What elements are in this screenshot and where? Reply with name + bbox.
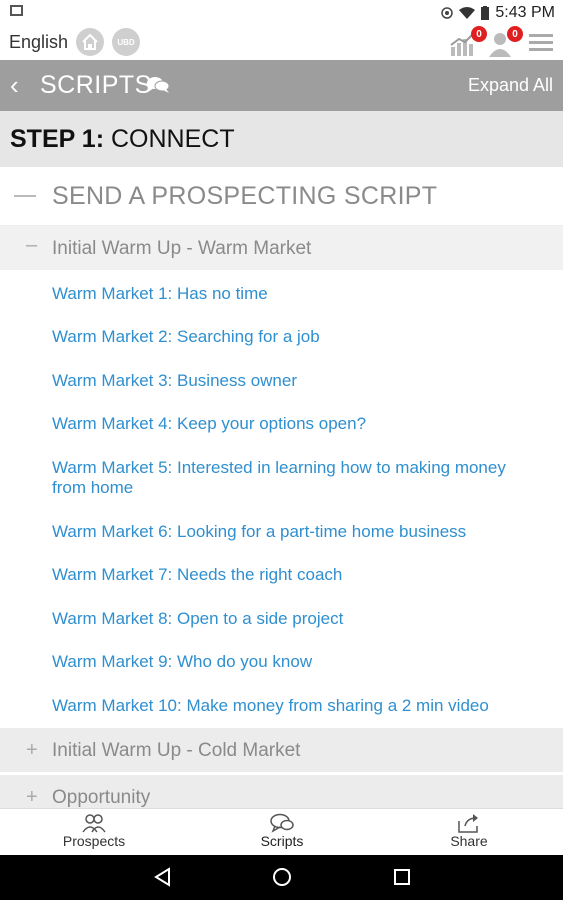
status-time: 5:43 PM <box>495 4 555 21</box>
screenshot-icon <box>10 5 23 16</box>
script-link[interactable]: Warm Market 8: Open to a side project <box>52 609 542 629</box>
expand-icon: + <box>26 739 38 761</box>
page-title: SCRIPTS <box>40 71 152 99</box>
home-icon <box>82 33 98 50</box>
nav-share[interactable]: Share <box>375 809 563 856</box>
nav-scripts[interactable]: Scripts <box>188 809 376 856</box>
step-prefix: STEP 1: <box>10 125 105 153</box>
back-icon[interactable]: ‹ <box>10 70 19 101</box>
android-nav-bar <box>0 855 563 900</box>
step-header: STEP 1: CONNECT <box>0 111 563 167</box>
subsection-opportunity[interactable]: + Opportunity <box>0 775 563 808</box>
language-selector[interactable]: English <box>9 32 68 53</box>
stats-button[interactable]: 0 <box>449 26 487 58</box>
battery-icon <box>481 6 490 20</box>
script-link[interactable]: Warm Market 3: Business owner <box>52 371 542 391</box>
ubd-label: UBD <box>117 37 135 47</box>
nav-label: Prospects <box>62 833 126 849</box>
recents-square-icon[interactable] <box>393 867 411 887</box>
script-link[interactable]: Warm Market 10: Make money from sharing … <box>52 696 542 716</box>
subsection-label: Initial Warm Up - Warm Market <box>52 238 312 259</box>
menu-icon[interactable] <box>529 32 553 52</box>
home-button[interactable] <box>76 28 104 56</box>
status-bar: 5:43 PM <box>0 0 563 26</box>
back-triangle-icon[interactable] <box>153 867 171 887</box>
subsection-label: Initial Warm Up - Cold Market <box>52 740 301 761</box>
section-title: SEND A PROSPECTING SCRIPT <box>52 182 438 210</box>
nav-label: Scripts <box>260 833 304 849</box>
bottom-nav: Prospects Scripts Share <box>0 808 563 856</box>
alerts-badge: 0 <box>507 26 523 42</box>
section-header[interactable]: SEND A PROSPECTING SCRIPT <box>0 167 563 226</box>
script-link[interactable]: Warm Market 5: Interested in learning ho… <box>52 458 542 498</box>
alerts-button[interactable]: 0 <box>485 26 523 58</box>
nav-prospects[interactable]: Prospects <box>0 809 188 856</box>
wifi-icon <box>459 7 476 19</box>
chat-bubbles-icon <box>147 77 170 93</box>
expand-icon: + <box>26 786 38 808</box>
share-icon <box>458 814 478 833</box>
alarm-icon <box>441 7 454 19</box>
script-link[interactable]: Warm Market 6: Looking for a part-time h… <box>52 522 542 542</box>
subsection-warm-market[interactable]: – Initial Warm Up - Warm Market <box>0 226 563 270</box>
collapse-icon <box>14 195 36 197</box>
ubd-button[interactable]: UBD <box>112 28 140 56</box>
script-link[interactable]: Warm Market 4: Keep your options open? <box>52 414 542 434</box>
people-icon <box>82 814 106 833</box>
subsection-cold-market[interactable]: + Initial Warm Up - Cold Market <box>0 728 563 772</box>
step-name: CONNECT <box>110 125 235 153</box>
script-link[interactable]: Warm Market 1: Has no time <box>52 284 542 304</box>
collapse-icon: – <box>26 234 38 256</box>
nav-label: Share <box>450 833 488 849</box>
subsection-label: Opportunity <box>52 787 151 808</box>
script-link[interactable]: Warm Market 9: Who do you know <box>52 652 542 672</box>
script-link[interactable]: Warm Market 7: Needs the right coach <box>52 565 542 585</box>
script-link[interactable]: Warm Market 2: Searching for a job <box>52 327 542 347</box>
expand-all-button[interactable]: Expand All <box>468 75 553 96</box>
status-icons: 5:43 PM <box>441 3 555 23</box>
step-title: STEP 1: CONNECT <box>10 125 235 154</box>
title-bar: ‹ SCRIPTS Expand All <box>0 60 563 111</box>
home-circle-icon[interactable] <box>272 867 292 887</box>
header: English UBD 0 0 <box>0 26 563 60</box>
chat-icon <box>270 813 294 833</box>
